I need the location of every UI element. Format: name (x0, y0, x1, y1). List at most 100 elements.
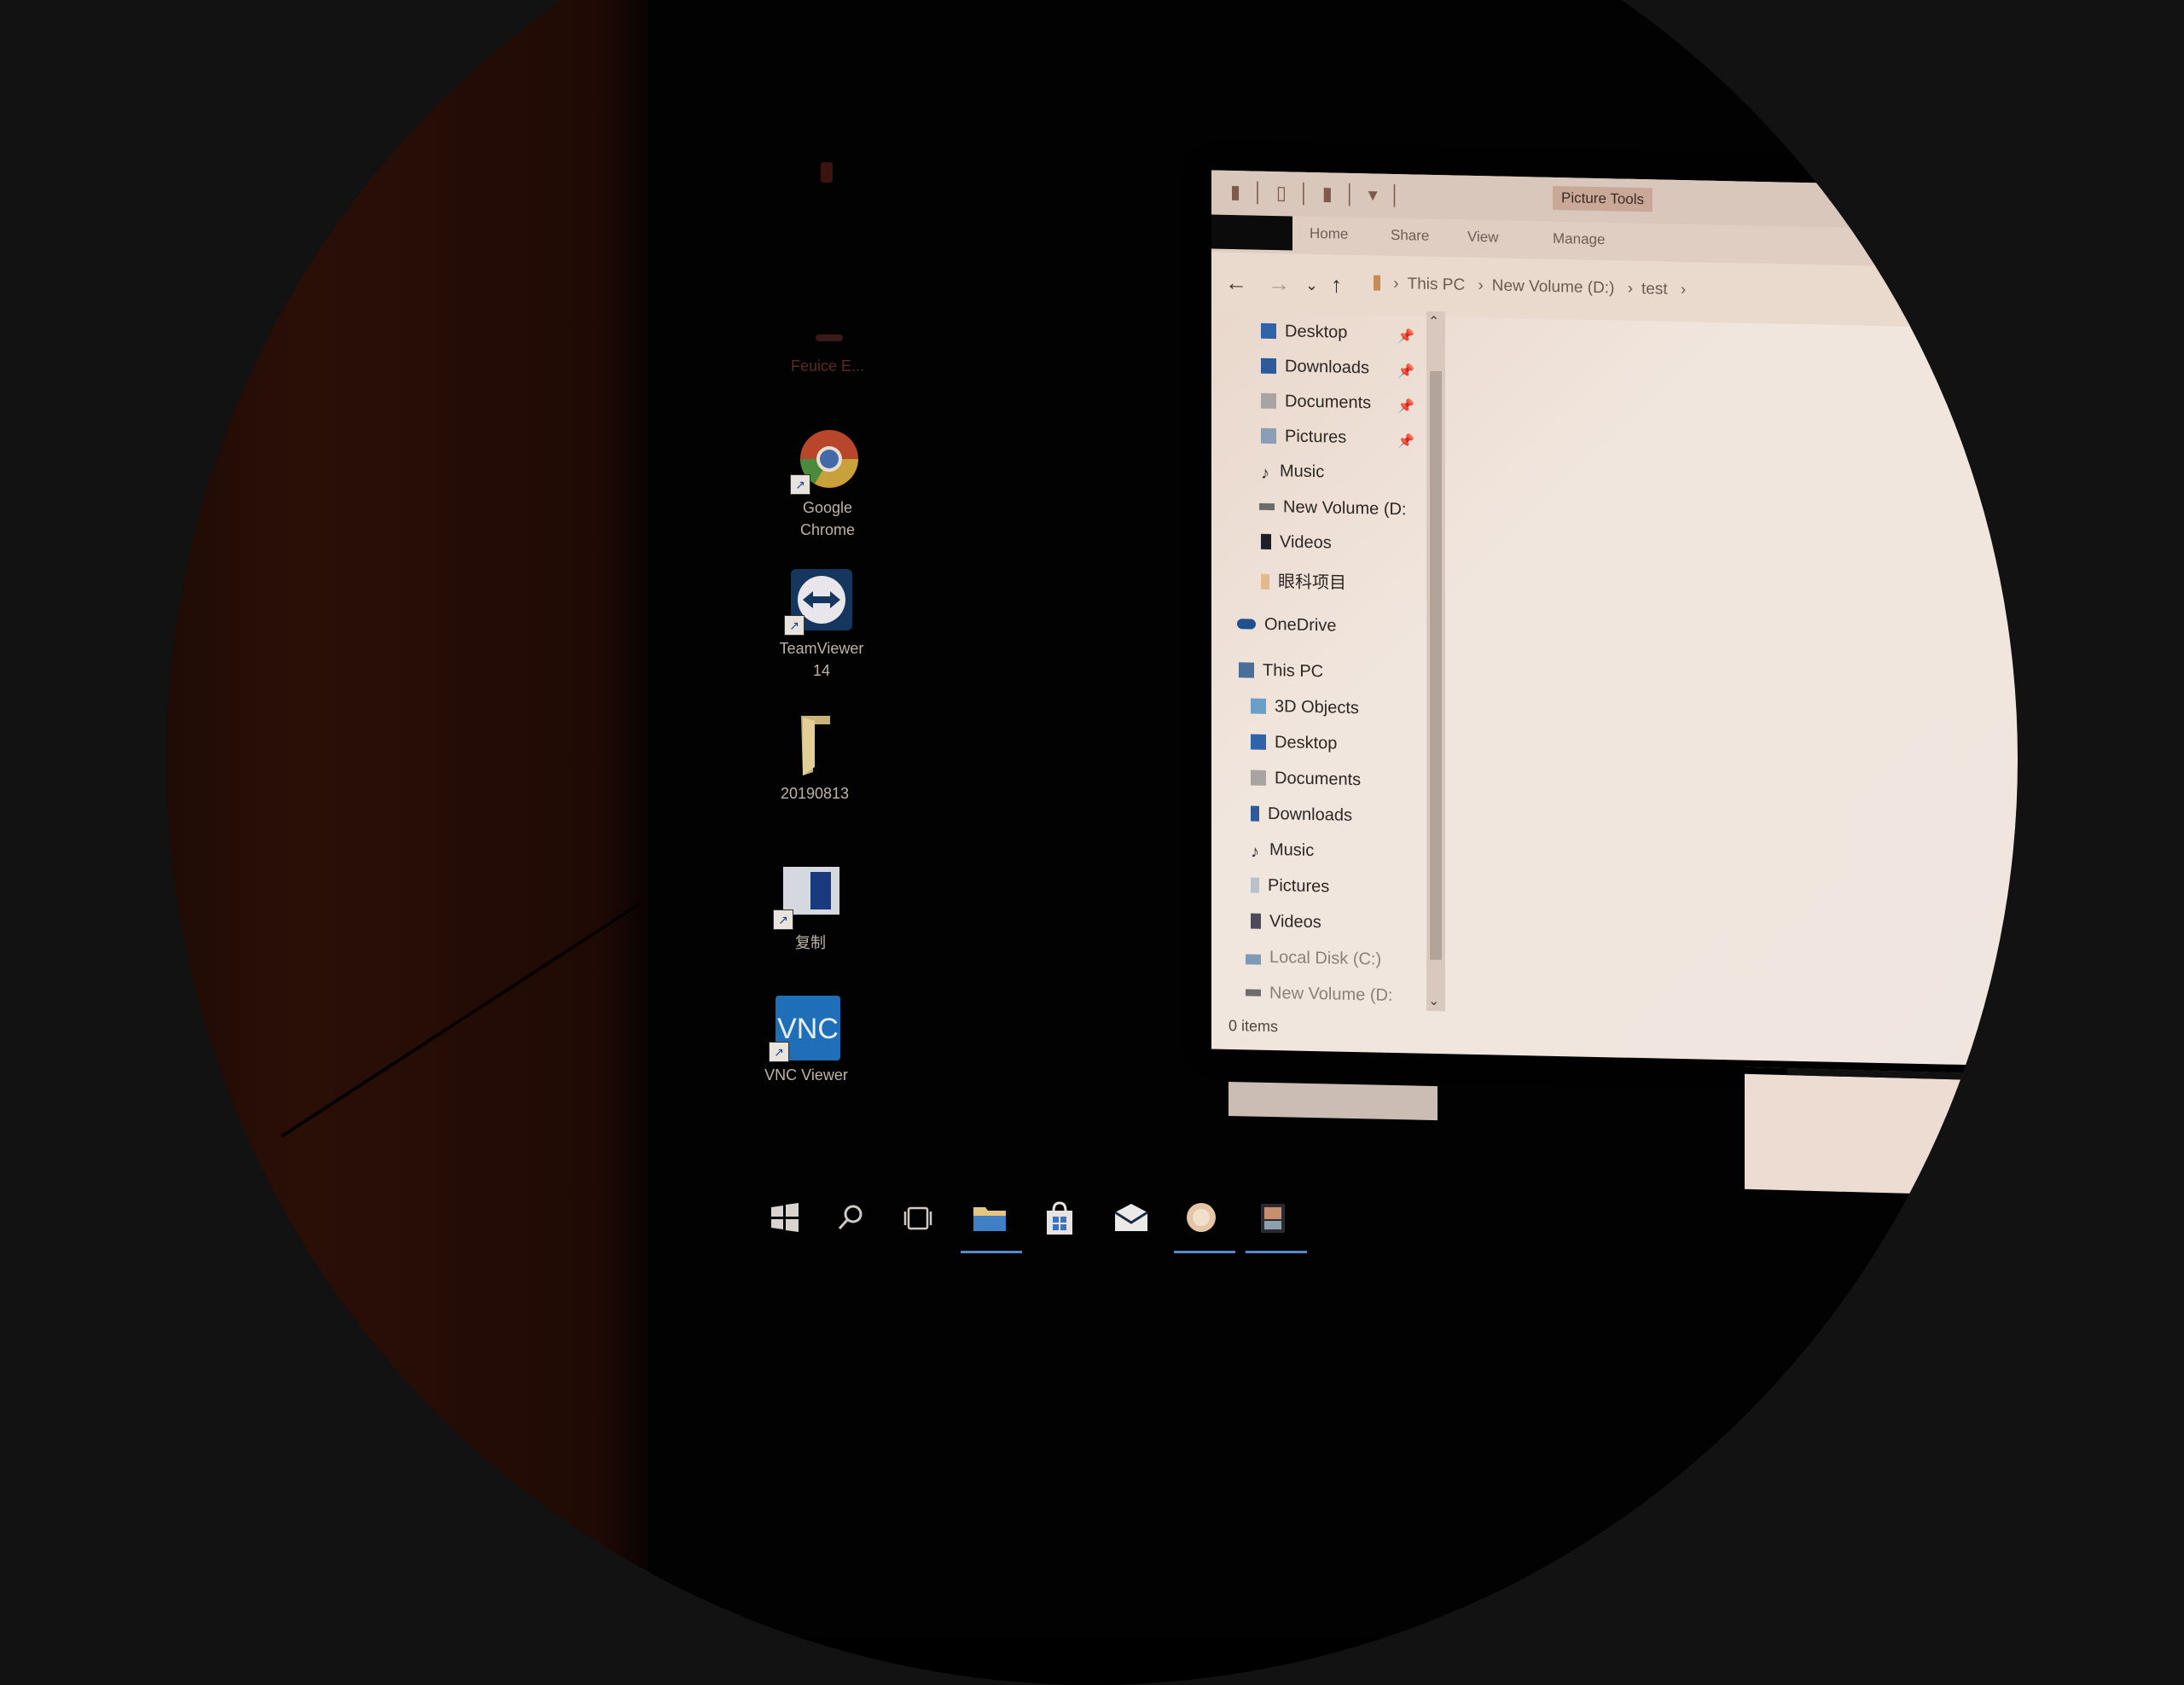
nav-item-label: Music (1269, 840, 1315, 861)
nav-item-local-disk-c[interactable]: Local Disk (C:) (1246, 947, 1381, 977)
breadcrumb-new-volume[interactable]: New Volume (D:) (1492, 276, 1615, 297)
pin-icon[interactable]: 📌 (1397, 433, 1414, 450)
folder-icon (782, 712, 847, 777)
nav-item-pc-pictures[interactable]: Pictures (1251, 875, 1329, 904)
videos-icon (1251, 913, 1261, 929)
nav-item-documents[interactable]: Documents (1261, 392, 1371, 421)
nav-item-videos[interactable]: Videos (1261, 532, 1332, 561)
nav-item-pictures[interactable]: Pictures (1261, 427, 1346, 456)
nav-item-pc-new-volume[interactable]: New Volume (D: (1246, 983, 1393, 1014)
tab-view[interactable]: View (1467, 229, 1499, 247)
pictures-icon (1251, 877, 1259, 893)
nav-item-pc-downloads[interactable]: Downloads (1251, 804, 1352, 833)
desktop-icon-copy[interactable]: ↗ 复制 (746, 862, 874, 954)
tab-home[interactable]: Home (1310, 225, 1348, 243)
tab-share[interactable]: Share (1391, 227, 1429, 245)
nav-item-3d-objects[interactable]: 3D Objects (1251, 696, 1359, 726)
store-icon[interactable] (1043, 1200, 1083, 1241)
recent-locations-chevron-icon[interactable]: ⌄ (1305, 276, 1318, 294)
desktop-icon-folder-20190813[interactable]: 20190813 (751, 712, 879, 805)
selected-row-highlight (1228, 1081, 1438, 1121)
app-circle-icon[interactable] (1174, 1200, 1235, 1253)
nav-item-eye-project[interactable]: 眼科项目 (1261, 567, 1346, 596)
taskbar (751, 1182, 1348, 1258)
desktop-icon-vnc-viewer[interactable]: VNC ↗ VNC Viewer (742, 994, 870, 1086)
task-view-icon[interactable] (901, 1200, 942, 1241)
file-explorer-window[interactable]: ▮│▯│▮│▾│ Picture Tools Home Share View M… (1211, 170, 2018, 1121)
documents-icon (1251, 770, 1266, 786)
nav-item-desktop[interactable]: Desktop (1261, 322, 1347, 351)
shortcut-arrow-icon: ↗ (769, 1042, 789, 1062)
start-icon[interactable] (768, 1200, 809, 1241)
teamviewer-icon: ↗ (784, 567, 854, 636)
scrollbar-thumb[interactable] (1430, 370, 1442, 961)
mail-icon[interactable] (1112, 1200, 1153, 1241)
desktop-icon-faded-1[interactable] (764, 145, 892, 215)
nav-item-label: Pictures (1285, 427, 1347, 447)
shortcut-arrow-icon: ↗ (784, 615, 804, 636)
desktop-folder-icon (1251, 734, 1266, 750)
pin-icon[interactable]: 📌 (1397, 328, 1414, 345)
nav-item-label: 眼科项目 (1278, 572, 1346, 593)
desktop-icon-teamviewer[interactable]: ↗ TeamViewer 14 (758, 567, 886, 682)
nav-item-label: Desktop (1285, 322, 1348, 342)
breadcrumb-test[interactable]: test (1641, 280, 1668, 299)
nav-item-new-volume[interactable]: New Volume (D: (1259, 497, 1407, 528)
nav-item-label: Documents (1275, 769, 1362, 790)
back-arrow-icon[interactable]: ← (1225, 270, 1247, 297)
tab-manage[interactable]: Manage (1553, 230, 1605, 248)
pin-icon[interactable]: 📌 (1397, 363, 1414, 380)
nav-item-onedrive[interactable]: OneDrive (1237, 614, 1336, 643)
nav-item-label: Downloads (1268, 804, 1352, 825)
breadcrumb-this-pc[interactable]: This PC (1408, 275, 1466, 293)
svg-text:VNC: VNC (777, 1013, 839, 1045)
computer-icon (1239, 662, 1254, 678)
file-tab[interactable] (1211, 214, 1292, 251)
music-note-icon: ♪ (1261, 463, 1269, 483)
search-icon[interactable] (834, 1200, 875, 1241)
nav-item-label: Local Disk (C:) (1269, 947, 1382, 969)
desktop-icon-label: 复制 (795, 934, 826, 951)
quick-access-toolbar[interactable]: ▮│▯│▮│▾│ (1230, 181, 1413, 206)
vnc-icon: VNC ↗ (769, 994, 840, 1062)
desktop-icon-label: TeamViewer 14 (779, 640, 864, 679)
background-window[interactable] (1745, 1066, 2018, 1197)
status-bar-item-count: 0 items (1228, 1016, 1279, 1036)
nav-item-music[interactable]: ♪ Music (1261, 462, 1324, 491)
nav-item-label: Videos (1269, 911, 1321, 933)
desktop-icon-chrome[interactable]: ↗ Google Chrome (764, 427, 892, 541)
drive-icon (1259, 503, 1275, 511)
desktop-icon-label: VNC Viewer (764, 1066, 848, 1084)
music-note-icon: ♪ (1251, 842, 1259, 862)
videos-icon (1261, 533, 1271, 549)
up-arrow-icon[interactable]: ↑ (1331, 271, 1342, 298)
nav-item-label: 3D Objects (1275, 697, 1359, 718)
desktop-icon-faded-2[interactable]: Feuice E... (764, 316, 892, 377)
nav-item-label: Videos (1280, 532, 1332, 553)
nav-item-label: Documents (1285, 392, 1372, 413)
nav-item-downloads[interactable]: Downloads (1261, 357, 1369, 386)
nav-item-label: Desktop (1275, 733, 1338, 753)
pictures-icon (1261, 427, 1276, 444)
nav-item-this-pc[interactable]: This PC (1239, 660, 1323, 689)
forward-arrow-icon[interactable]: → (1268, 270, 1290, 298)
nav-item-pc-videos[interactable]: Videos (1251, 911, 1321, 940)
chrome-icon: ↗ (790, 427, 860, 495)
scroll-down-icon[interactable]: ⌄ (1428, 992, 1439, 1009)
nav-item-label: Music (1280, 462, 1325, 482)
documents-icon (1261, 392, 1276, 410)
folder-icon (1261, 573, 1269, 590)
file-explorer-icon[interactable] (961, 1200, 1022, 1253)
photos-icon[interactable] (1246, 1200, 1307, 1253)
pin-icon[interactable]: 📌 (1397, 398, 1414, 415)
breadcrumb[interactable]: › This PC › New Volume (D:) › test › (1374, 275, 1694, 300)
shortcut-arrow-icon: ↗ (773, 909, 793, 930)
navigation-pane: Desktop 📌 Downloads 📌 Documents 📌 Pictur… (1228, 316, 1438, 1121)
nav-pane-scrollbar[interactable]: ⌃ ⌄ (1426, 311, 1445, 1012)
drive-icon (1246, 954, 1261, 965)
scroll-up-icon[interactable]: ⌃ (1428, 313, 1439, 330)
nav-item-pc-desktop[interactable]: Desktop (1251, 732, 1337, 761)
desktop-icon-label: Google Chrome (799, 499, 856, 538)
nav-item-pc-documents[interactable]: Documents (1251, 768, 1361, 798)
nav-item-pc-music[interactable]: ♪ Music (1251, 840, 1314, 869)
